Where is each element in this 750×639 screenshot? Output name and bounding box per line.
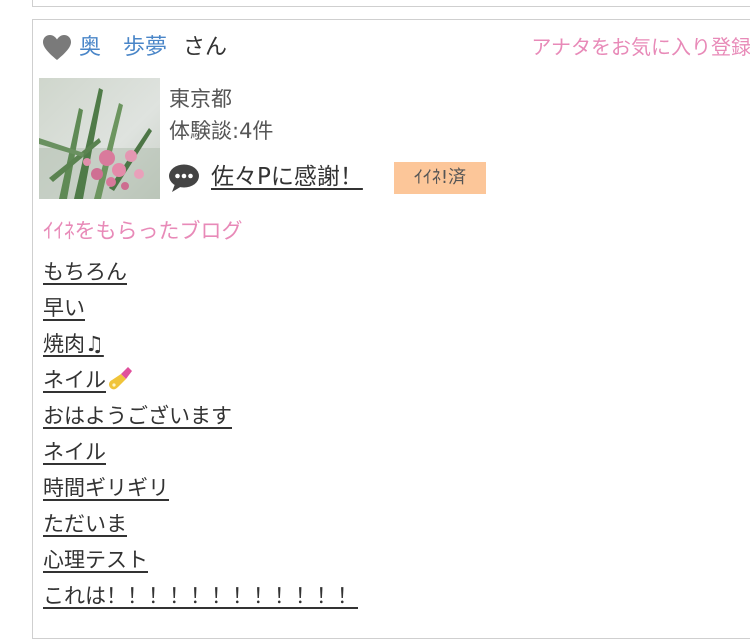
nail-polish-icon	[109, 367, 132, 390]
list-item: 時間ギリギリ	[43, 470, 358, 506]
favorite-status: アナタをお気に入り登録済	[531, 35, 750, 59]
list-item: 早い	[43, 290, 358, 326]
card-header: 奥 歩夢 さん アナタをお気に入り登録済	[43, 33, 750, 63]
blog-link[interactable]: ただいま	[43, 512, 127, 536]
list-item: もちろん	[43, 254, 358, 290]
user-name-link[interactable]: 奥 歩夢	[79, 33, 167, 63]
list-item: ネイル	[43, 434, 358, 470]
blog-link[interactable]: 時間ギリギリ	[43, 476, 169, 500]
blog-link-text: ネイル	[43, 368, 106, 392]
blog-link[interactable]: 早い	[43, 296, 85, 320]
list-item: ネイル	[43, 362, 358, 398]
blog-link[interactable]: ネイル	[43, 440, 106, 464]
list-item: おはようございます	[43, 398, 358, 434]
liked-blogs-title: ｲｲﾈをもらったブログ	[43, 219, 243, 243]
heart-icon[interactable]	[43, 35, 71, 61]
list-item: ただいま	[43, 506, 358, 542]
comment-link[interactable]: 佐々Pに感謝！	[211, 161, 363, 193]
flower-photo	[39, 78, 160, 199]
review-count: 体験談:4件	[169, 119, 274, 143]
blog-link[interactable]: 焼肉♫	[43, 332, 104, 356]
user-thumbnail[interactable]	[39, 78, 160, 199]
previous-card-edge	[32, 0, 750, 7]
comment-row: 佐々Pに感謝！ ｲｲﾈ!済	[169, 160, 589, 196]
name-suffix: さん	[183, 35, 228, 60]
list-item: 焼肉♫	[43, 326, 358, 362]
blog-link[interactable]: これは！！！！！！！！！！！！	[43, 584, 358, 608]
like-badge[interactable]: ｲｲﾈ!済	[394, 162, 486, 194]
blog-link[interactable]: おはようございます	[43, 404, 232, 428]
user-card: 奥 歩夢 さん アナタをお気に入り登録済 東京都 体験談:4件 佐々Pに感謝！ …	[32, 19, 750, 639]
chat-bubble-icon	[169, 164, 199, 192]
liked-blog-list: もちろん 早い 焼肉♫ ネイル おはようございます ネイル 時間ギリギリ ただい…	[43, 254, 358, 614]
blog-link-nail[interactable]: ネイル	[43, 367, 132, 392]
blog-link[interactable]: 心理テスト	[43, 548, 148, 572]
list-item: これは！！！！！！！！！！！！	[43, 578, 358, 614]
list-item: 心理テスト	[43, 542, 358, 578]
blog-link[interactable]: もちろん	[43, 260, 127, 284]
user-location: 東京都	[169, 87, 232, 111]
